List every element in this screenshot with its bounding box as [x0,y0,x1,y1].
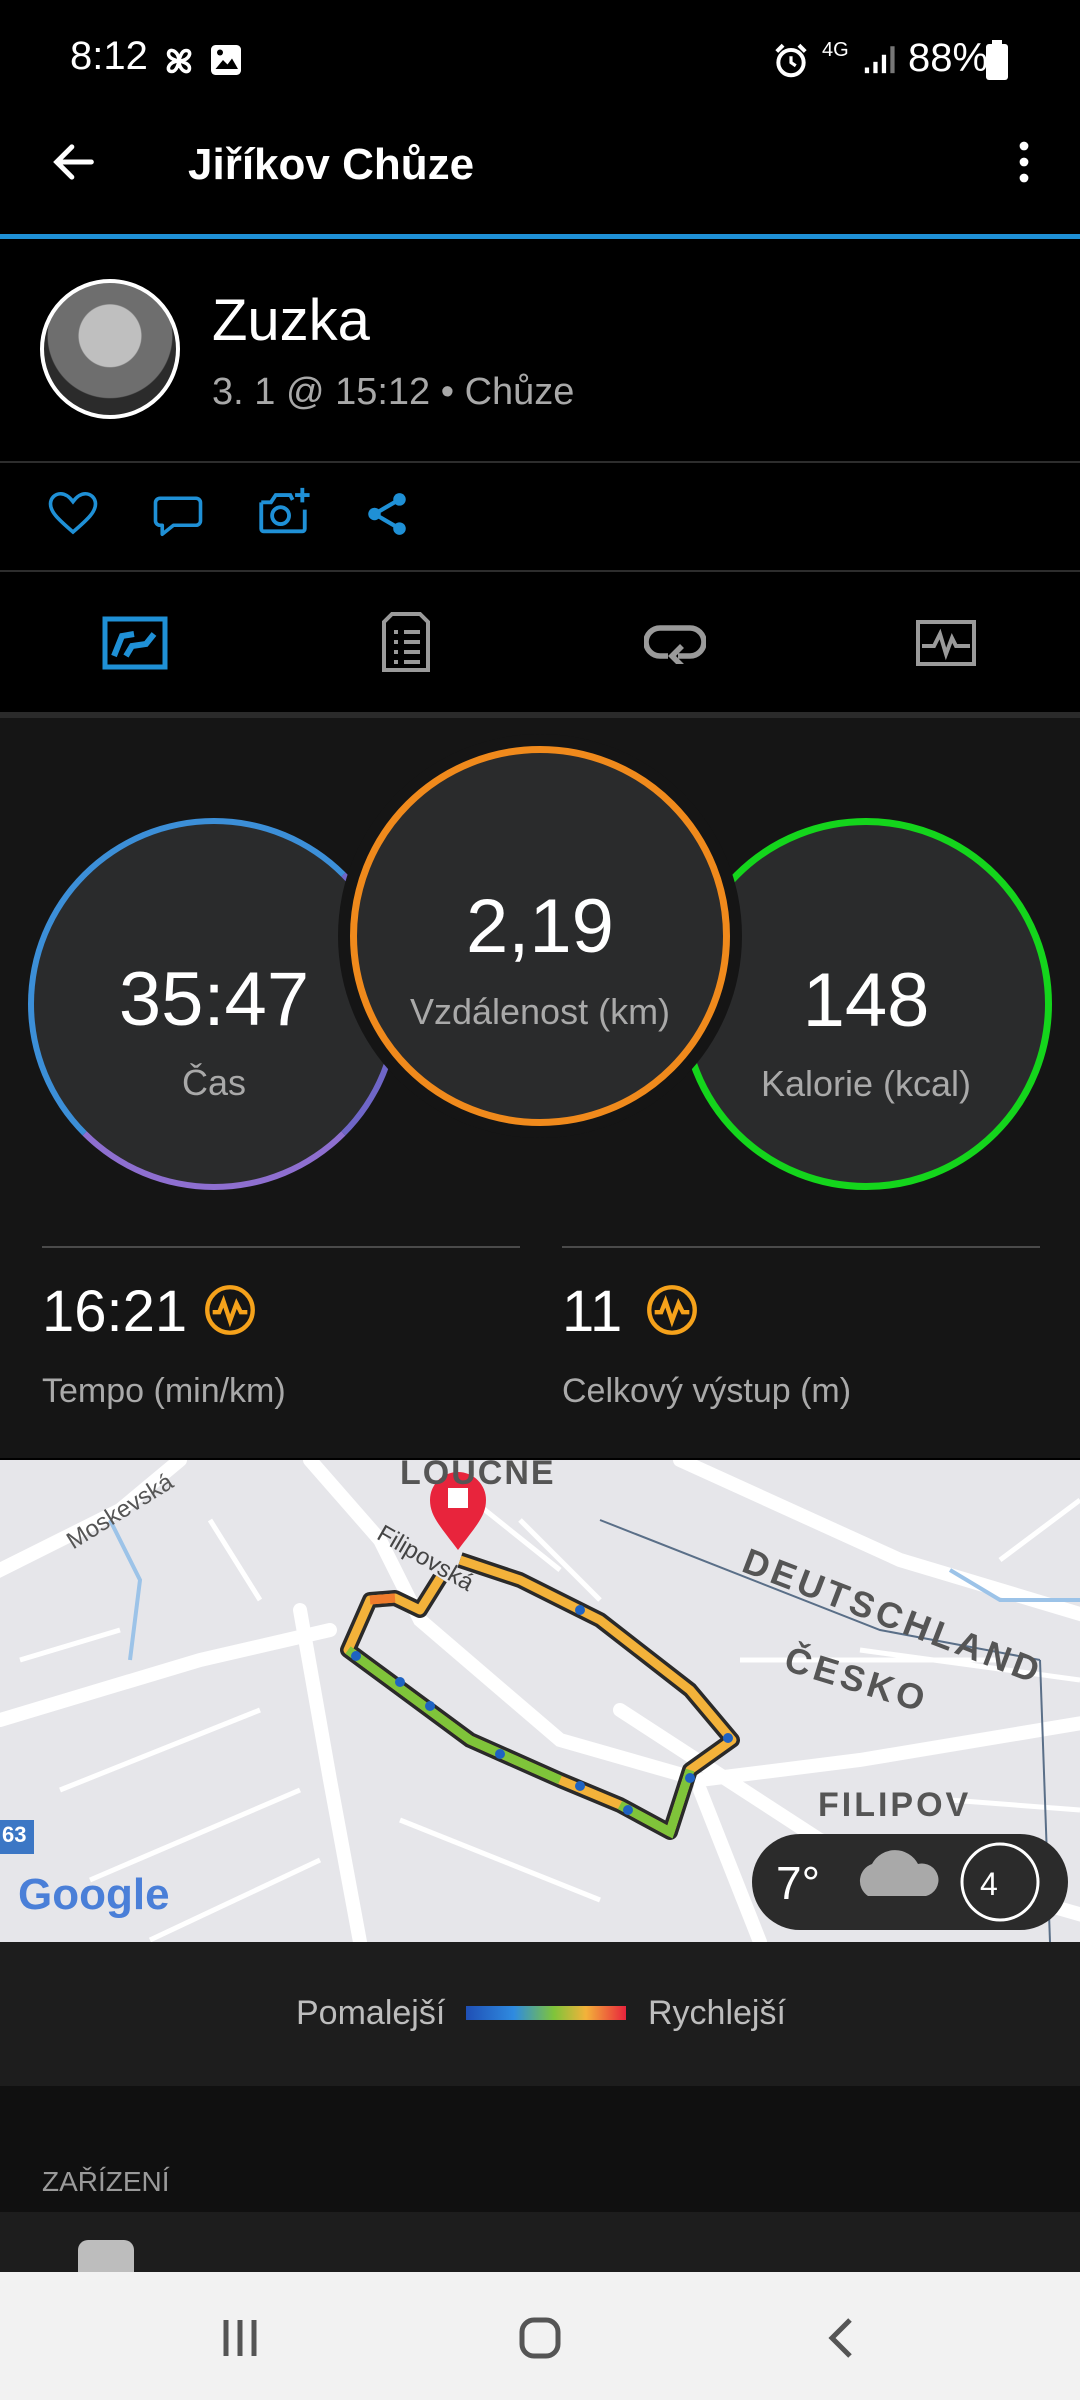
weather-wind: 4 [980,1866,998,1902]
avatar[interactable] [40,279,180,419]
calories-ring: 148 Kalorie (kcal) [680,818,1052,1190]
ascent-value: 11 [562,1279,623,1344]
laps-icon [644,625,706,664]
distance-value: 2,19 [466,884,614,969]
comment-icon[interactable] [150,487,206,541]
network-indicator: 4G [822,39,849,61]
details-icon [382,612,430,672]
weather-temperature: 7° [776,1857,820,1909]
app-bar: Jiříkov Chůze [0,120,1080,234]
pinwheel-icon [166,48,192,74]
device-section-title: ZAŘÍZENÍ [42,2166,170,2197]
add-photo-icon[interactable] [254,483,312,541]
legend-slow: Pomalejší [296,1994,446,2032]
calories-value: 148 [802,958,930,1043]
legend-gradient [466,2006,626,2020]
pace-value: 16:21 [42,1279,188,1344]
pace-label: Tempo (min/km) [42,1372,286,1410]
time-label: Čas [181,1062,247,1103]
ascent-label: Celkový výstup (m) [562,1372,852,1410]
action-bar [0,463,1080,572]
map-label-filipov: FILIPOV [818,1786,972,1824]
distance-label: Vzdálenost (km) [409,991,671,1032]
tab-overview[interactable] [0,572,270,718]
home-icon[interactable] [516,2314,564,2362]
time-ring: 35:47 Čas [28,818,400,1190]
map-label-loucne: LOUČNÉ [400,1460,556,1492]
google-logo: Google [18,1870,170,1919]
chart-icon [916,620,976,666]
status-time: 8:12 [70,34,148,78]
legend-fast: Rychlejší [648,1994,786,2032]
pace-activity-icon[interactable] [204,1284,256,1336]
back-arrow-icon[interactable] [48,136,100,188]
overview-icon [102,616,168,670]
stats-panel: 35:47 Čas 148 Kalorie (kcal) 2,19 Vzdále… [0,718,1080,1458]
device-row[interactable] [0,2212,1080,2274]
time-value: 35:47 [118,957,310,1042]
page-title: Jiříkov Chůze [188,140,475,189]
owner-name: Zuzka [212,288,370,353]
tab-charts[interactable] [810,572,1080,712]
route-map[interactable]: LOUČNÉ Moskevská Filipovská DEUTSCHLAND … [0,1460,1080,1942]
ascent-divider [562,1246,1040,1248]
alarm-icon [775,43,807,78]
activity-owner: Zuzka 3. 1 @ 15:12 • Chůze [0,239,1080,463]
battery-percent: 88% [908,36,989,80]
calories-label: Kalorie (kcal) [760,1063,972,1104]
battery-icon [986,40,1008,80]
speed-legend: Pomalejší Rychlejší [0,1942,1080,2086]
back-icon[interactable] [824,2316,860,2360]
tab-bar [0,572,1080,718]
watch-icon [78,2240,134,2274]
more-options-icon[interactable] [1000,138,1048,186]
tab-laps[interactable] [540,572,810,712]
gallery-icon [211,45,241,75]
device-section: ZAŘÍZENÍ [0,2086,1080,2274]
status-bar: 8:12 4G 88% [0,0,1080,120]
distance-ring: 2,19 Vzdálenost (km) [350,746,730,1126]
activity-subtitle: 3. 1 @ 15:12 • Chůze [212,371,575,413]
share-icon[interactable] [362,487,412,541]
heart-icon[interactable] [46,487,100,541]
recent-apps-icon[interactable] [218,2316,262,2360]
tab-details[interactable] [270,572,540,712]
pace-divider [42,1246,520,1248]
ascent-activity-icon[interactable] [646,1284,698,1336]
road-number: 63 [2,1822,27,1847]
system-nav-bar [0,2272,1080,2400]
signal-icon [864,46,895,74]
